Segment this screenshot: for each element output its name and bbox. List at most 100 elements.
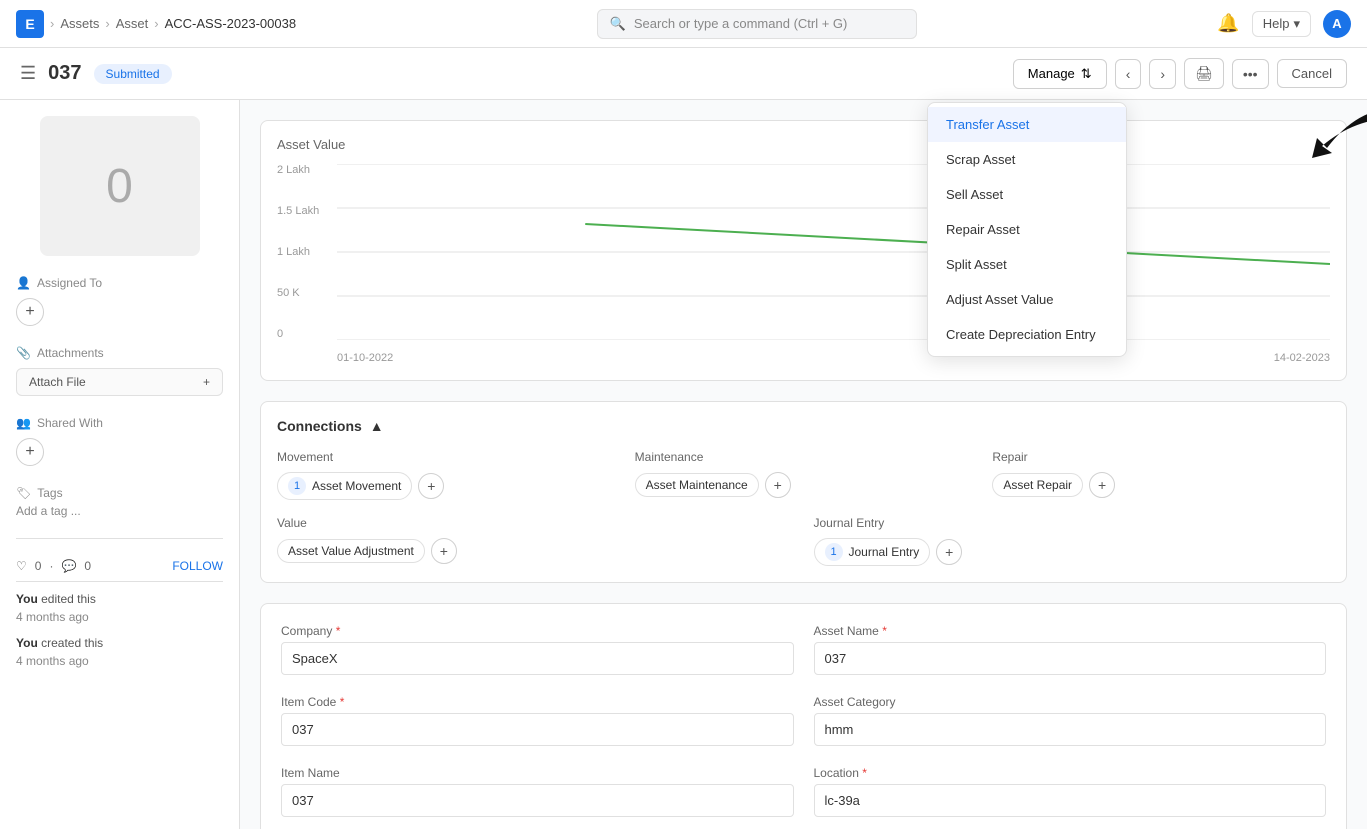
journal-tags: 1 Journal Entry + xyxy=(814,538,1331,566)
main-content: Asset Value 2 Lakh 1.5 Lakh 1 Lakh 50 K … xyxy=(240,100,1367,829)
add-movement-button[interactable]: + xyxy=(418,473,444,499)
attach-file-plus-icon: + xyxy=(203,375,210,389)
add-maintenance-button[interactable]: + xyxy=(765,472,791,498)
maintenance-group: Maintenance Asset Maintenance + xyxy=(635,450,973,500)
cancel-button[interactable]: Cancel xyxy=(1277,59,1347,88)
attach-file-button[interactable]: Attach File + xyxy=(16,368,223,396)
dropdown-item-transfer-asset[interactable]: Transfer Asset xyxy=(928,107,1126,142)
asset-repair-tag[interactable]: Asset Repair xyxy=(992,473,1083,497)
hamburger-icon[interactable]: ☰ xyxy=(20,63,36,84)
search-bar[interactable]: 🔍 Search or type a command (Ctrl + G) xyxy=(597,9,917,39)
y-label-4: 0 xyxy=(277,328,324,340)
share-icon: 👥 xyxy=(16,416,31,430)
manage-chevron-icon: ⇅ xyxy=(1081,66,1092,82)
page-title: 037 xyxy=(48,62,81,85)
more-options-button[interactable]: ••• xyxy=(1232,59,1269,89)
status-badge: Submitted xyxy=(94,64,172,84)
chart-plot xyxy=(337,164,1330,340)
notification-button[interactable]: 🔔 xyxy=(1217,13,1239,34)
breadcrumb-assets[interactable]: Assets xyxy=(60,16,99,31)
chart-area: 2 Lakh 1.5 Lakh 1 Lakh 50 K 0 xyxy=(277,164,1330,364)
journal-count: 1 xyxy=(825,543,843,561)
company-input[interactable] xyxy=(281,642,794,675)
item-name-field: Item Name xyxy=(281,766,794,817)
activity-action-1: edited this xyxy=(41,592,96,606)
shared-with-title: 👥 Shared With xyxy=(16,416,223,430)
y-label-2: 1 Lakh xyxy=(277,246,324,258)
dropdown-item-repair-asset[interactable]: Repair Asset xyxy=(928,212,1126,247)
follow-button[interactable]: FOLLOW xyxy=(172,559,223,573)
dropdown-item-scrap-asset[interactable]: Scrap Asset xyxy=(928,142,1126,177)
asset-value-tag[interactable]: Asset Value Adjustment xyxy=(277,539,425,563)
connections-header[interactable]: Connections ▲ xyxy=(277,418,1330,434)
activity-section: ♡ 0 · 💬 0 FOLLOW You edited this 4 month… xyxy=(16,559,223,670)
breadcrumb: E › Assets › Asset › ACC-ASS-2023-00038 xyxy=(16,10,296,38)
item-name-label: Item Name xyxy=(281,766,794,780)
search-icon: 🔍 xyxy=(610,16,626,32)
movement-tags: 1 Asset Movement + xyxy=(277,472,615,500)
left-sidebar: 0 👤 Assigned To + 📎 Attachments Attach F… xyxy=(0,100,240,829)
journal-entry-tag[interactable]: 1 Journal Entry xyxy=(814,538,931,566)
dropdown-item-create-depreciation[interactable]: Create Depreciation Entry xyxy=(928,317,1126,352)
form-grid: Company * Asset Name * Item Code * xyxy=(281,624,1326,817)
dropdown-item-adjust-value[interactable]: Adjust Asset Value xyxy=(928,282,1126,317)
repair-label: Asset Repair xyxy=(1003,478,1072,492)
chart-y-labels: 2 Lakh 1.5 Lakh 1 Lakh 50 K 0 xyxy=(277,164,332,340)
item-code-input[interactable] xyxy=(281,713,794,746)
comment-icon: 💬 xyxy=(61,559,76,573)
activity-time-2: 4 months ago xyxy=(16,654,89,668)
value-label: Asset Value Adjustment xyxy=(288,544,414,558)
add-repair-button[interactable]: + xyxy=(1089,472,1115,498)
x-label-0: 01-10-2022 xyxy=(337,352,393,364)
chart-section: Asset Value 2 Lakh 1.5 Lakh 1 Lakh 50 K … xyxy=(260,120,1347,381)
activity-user-2: You xyxy=(16,636,38,650)
page-header-right: Manage ⇅ ‹ › 🖨 ••• Cancel Transfer Asset… xyxy=(1013,58,1347,89)
y-label-1: 1.5 Lakh xyxy=(277,205,324,217)
asset-name-required: * xyxy=(882,624,887,638)
location-input[interactable] xyxy=(814,784,1327,817)
breadcrumb-asset[interactable]: Asset xyxy=(116,16,149,31)
chart-title: Asset Value xyxy=(277,137,1330,152)
asset-category-input[interactable] xyxy=(814,713,1327,746)
repair-tags: Asset Repair + xyxy=(992,472,1330,498)
asset-movement-tag[interactable]: 1 Asset Movement xyxy=(277,472,412,500)
dropdown-item-sell-asset[interactable]: Sell Asset xyxy=(928,177,1126,212)
add-assigned-button[interactable]: + xyxy=(16,298,44,326)
print-button[interactable]: 🖨 xyxy=(1184,58,1224,89)
attach-file-label: Attach File xyxy=(29,375,86,389)
item-name-input[interactable] xyxy=(281,784,794,817)
add-tag-placeholder[interactable]: Add a tag ... xyxy=(16,504,223,518)
asset-name-input[interactable] xyxy=(814,642,1327,675)
y-label-3: 50 K xyxy=(277,287,324,299)
next-button[interactable]: › xyxy=(1149,59,1176,89)
location-label: Location * xyxy=(814,766,1327,780)
value-tags: Asset Value Adjustment + xyxy=(277,538,794,564)
avatar[interactable]: A xyxy=(1323,10,1351,38)
location-field: Location * xyxy=(814,766,1327,817)
manage-dropdown: Transfer Asset Scrap Asset Sell Asset Re… xyxy=(927,102,1127,357)
journal-entry-group: Journal Entry 1 Journal Entry + xyxy=(814,516,1331,566)
repair-group: Repair Asset Repair + xyxy=(992,450,1330,500)
tags-title: 🏷 Tags xyxy=(16,486,223,500)
tags-section: 🏷 Tags Add a tag ... xyxy=(16,486,223,518)
add-value-button[interactable]: + xyxy=(431,538,457,564)
connections-collapse-icon: ▲ xyxy=(370,418,384,434)
journal-label: Journal Entry xyxy=(849,545,920,559)
maintenance-title: Maintenance xyxy=(635,450,973,464)
help-button[interactable]: Help ▾ xyxy=(1252,11,1311,37)
add-shared-button[interactable]: + xyxy=(16,438,44,466)
asset-avatar: 0 xyxy=(40,116,200,256)
journal-entry-title: Journal Entry xyxy=(814,516,1331,530)
manage-button[interactable]: Manage ⇅ xyxy=(1013,59,1107,89)
dropdown-item-split-asset[interactable]: Split Asset xyxy=(928,247,1126,282)
movement-title: Movement xyxy=(277,450,615,464)
add-journal-button[interactable]: + xyxy=(936,539,962,565)
prev-button[interactable]: ‹ xyxy=(1115,59,1142,89)
connections-grid: Movement 1 Asset Movement + Maintenance xyxy=(277,450,1330,500)
y-label-0: 2 Lakh xyxy=(277,164,324,176)
asset-avatar-section: 0 xyxy=(16,116,223,256)
sidebar-divider xyxy=(16,538,223,539)
assigned-to-section: 👤 Assigned To + xyxy=(16,276,223,326)
assigned-to-title: 👤 Assigned To xyxy=(16,276,223,290)
asset-maintenance-tag[interactable]: Asset Maintenance xyxy=(635,473,759,497)
